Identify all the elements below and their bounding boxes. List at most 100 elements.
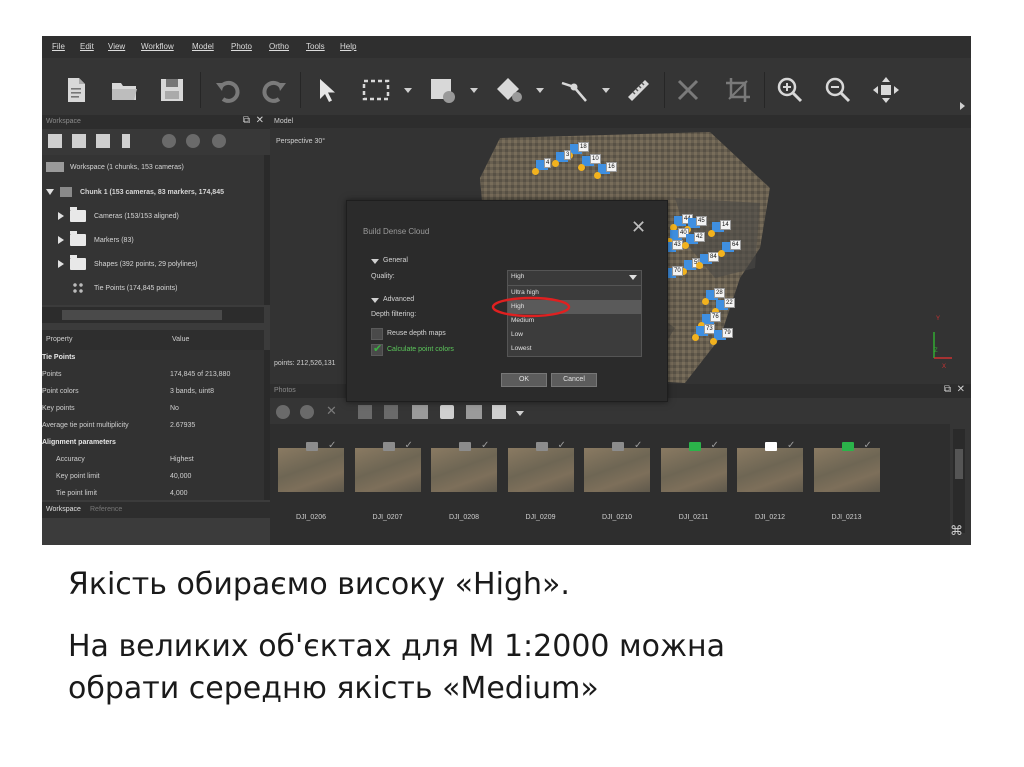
- quality-select[interactable]: High: [507, 270, 642, 286]
- menu-tools[interactable]: Tools: [306, 42, 325, 51]
- enable-icon[interactable]: [162, 134, 176, 148]
- import-icon[interactable]: [122, 134, 130, 148]
- draw-polyline-icon[interactable]: [554, 70, 594, 110]
- expand-icon[interactable]: [58, 212, 64, 221]
- image-icon[interactable]: [466, 405, 482, 419]
- chevron-down-icon[interactable]: [516, 411, 524, 416]
- menu-edit[interactable]: Edit: [80, 42, 94, 51]
- grid-view-icon[interactable]: [492, 405, 506, 419]
- chevron-right-icon[interactable]: [960, 102, 965, 110]
- menu-photo[interactable]: Photo: [231, 42, 252, 51]
- marker-label[interactable]: 70: [672, 266, 683, 276]
- float-icon[interactable]: ⧉: [944, 383, 951, 397]
- marker-label[interactable]: 16: [606, 162, 617, 172]
- photo-thumbnail[interactable]: [354, 448, 421, 492]
- add-chunk-icon[interactable]: [48, 134, 62, 148]
- menu-file[interactable]: File: [52, 42, 65, 51]
- rotate-left-icon[interactable]: [358, 405, 372, 419]
- photo-thumbnail[interactable]: [737, 448, 803, 492]
- marker-label[interactable]: 79: [722, 328, 733, 338]
- rectangle-selection-icon[interactable]: [356, 70, 396, 110]
- chevron-down-icon[interactable]: [470, 88, 478, 93]
- layout-icon[interactable]: ⌘: [950, 523, 963, 539]
- close-icon[interactable]: ✕: [631, 217, 646, 238]
- disable-icon[interactable]: [186, 134, 200, 148]
- zoom-in-icon[interactable]: [770, 70, 810, 110]
- photo-thumbnail[interactable]: [278, 448, 344, 492]
- collapse-icon[interactable]: [371, 259, 379, 264]
- tree-item-workspace[interactable]: Workspace (1 chunks, 153 cameras): [46, 157, 184, 179]
- marker-label[interactable]: 3: [564, 150, 572, 160]
- tree-item-tie-points[interactable]: Tie Points (174,845 points): [72, 278, 177, 300]
- menu-model[interactable]: Model: [192, 42, 214, 51]
- marker-label[interactable]: 45: [696, 216, 707, 226]
- open-folder-icon[interactable]: [104, 70, 144, 110]
- save-icon[interactable]: [152, 70, 192, 110]
- close-icon[interactable]: ✕: [256, 114, 264, 128]
- tree-hscrollbar[interactable]: [42, 307, 264, 323]
- expand-icon[interactable]: [46, 189, 54, 196]
- move-icon[interactable]: [866, 70, 906, 110]
- add-folder-icon[interactable]: [96, 134, 110, 148]
- ruler-icon[interactable]: [618, 70, 658, 110]
- redo-icon[interactable]: [254, 70, 294, 110]
- menu-help[interactable]: Help: [340, 42, 356, 51]
- calculate-point-colors-checkbox[interactable]: ✔: [371, 343, 383, 356]
- marker-label[interactable]: 4: [544, 158, 552, 168]
- tab-model[interactable]: Model: [274, 118, 293, 125]
- photo-thumbnail[interactable]: [584, 448, 650, 492]
- option-lowest[interactable]: Lowest: [508, 342, 641, 356]
- tree-item-cameras[interactable]: Cameras (153/153 aligned): [58, 206, 179, 228]
- marker-label[interactable]: 18: [578, 142, 589, 152]
- marker-label[interactable]: 10: [590, 154, 601, 164]
- remove-icon[interactable]: ✕: [326, 403, 337, 419]
- ok-button[interactable]: OK: [501, 373, 547, 387]
- zoom-out-icon[interactable]: [818, 70, 858, 110]
- camera-icon[interactable]: [440, 405, 454, 419]
- marker-label[interactable]: 76: [710, 312, 721, 322]
- undo-icon[interactable]: [208, 70, 248, 110]
- tab-workspace[interactable]: Workspace: [46, 502, 81, 518]
- enable-icon[interactable]: [276, 405, 290, 419]
- delete-icon[interactable]: [668, 70, 708, 110]
- marker-label[interactable]: 42: [694, 232, 705, 242]
- binoculars-icon[interactable]: [412, 405, 428, 419]
- photo-thumbnail[interactable]: [660, 448, 727, 492]
- tree-item-markers[interactable]: Markers (83): [58, 230, 134, 252]
- marker-label[interactable]: 22: [724, 298, 735, 308]
- chevron-down-icon[interactable]: [536, 88, 544, 93]
- draw-polygon-icon[interactable]: [488, 70, 528, 110]
- photo-thumbnail[interactable]: [507, 448, 574, 492]
- reuse-depth-maps-checkbox[interactable]: [371, 328, 383, 340]
- expand-icon[interactable]: [58, 260, 64, 269]
- draw-shape-icon[interactable]: [422, 70, 462, 110]
- new-file-icon[interactable]: [56, 70, 96, 110]
- option-low[interactable]: Low: [508, 328, 641, 342]
- crop-icon[interactable]: [718, 70, 758, 110]
- remove-icon[interactable]: [212, 134, 226, 148]
- menu-view[interactable]: View: [108, 42, 125, 51]
- marker-label[interactable]: 14: [720, 220, 731, 230]
- chevron-down-icon[interactable]: [629, 275, 637, 280]
- tree-item-shapes[interactable]: Shapes (392 points, 29 polylines): [58, 254, 198, 276]
- collapse-icon[interactable]: [371, 298, 379, 303]
- photo-thumbnail[interactable]: [813, 448, 880, 492]
- marker-label[interactable]: 28: [714, 288, 725, 298]
- disable-icon[interactable]: [300, 405, 314, 419]
- photo-thumbnail[interactable]: [431, 448, 497, 492]
- tree-item-chunk[interactable]: Chunk 1 (153 cameras, 83 markers, 174,84…: [46, 182, 224, 204]
- close-icon[interactable]: ✕: [957, 383, 965, 397]
- pointer-icon[interactable]: [306, 70, 346, 110]
- chevron-down-icon[interactable]: [602, 88, 610, 93]
- marker-label[interactable]: 64: [730, 240, 741, 250]
- menu-ortho[interactable]: Ortho: [269, 42, 289, 51]
- menu-workflow[interactable]: Workflow: [141, 42, 174, 51]
- float-icon[interactable]: ⧉: [243, 114, 250, 128]
- expand-icon[interactable]: [58, 236, 64, 245]
- tab-reference[interactable]: Reference: [90, 502, 122, 518]
- photos-scrollbar[interactable]: [953, 429, 965, 533]
- cancel-button[interactable]: Cancel: [551, 373, 597, 387]
- rotate-right-icon[interactable]: [384, 405, 398, 419]
- chevron-down-icon[interactable]: [404, 88, 412, 93]
- add-photos-icon[interactable]: [72, 134, 86, 148]
